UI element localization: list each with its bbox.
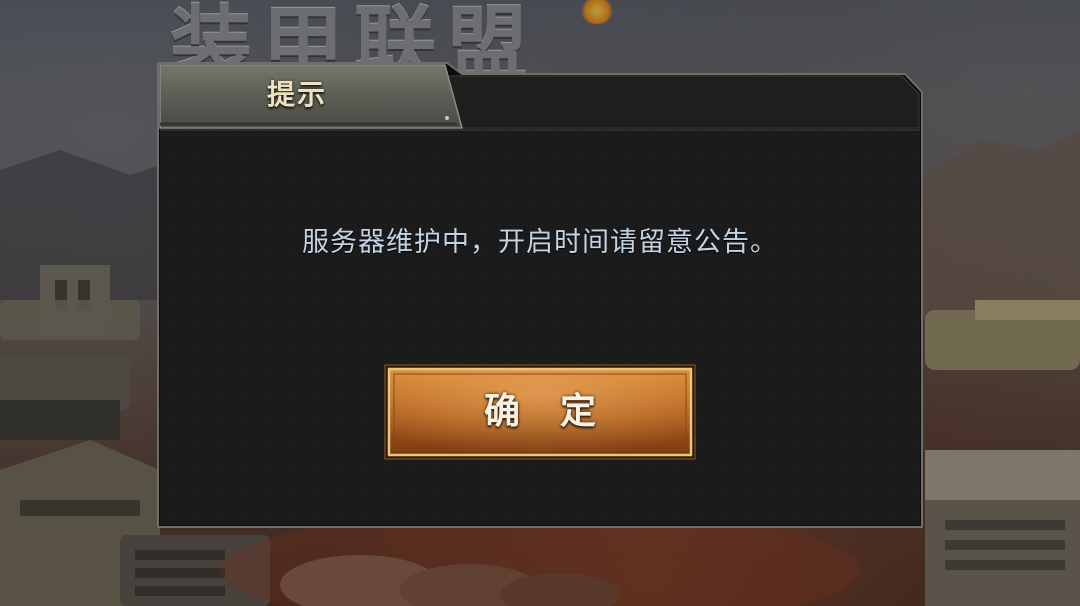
- notice-dialog: 提示 服务器维护中，开启时间请留意公告。 确定: [157, 62, 923, 528]
- game-background-scene: 装甲联盟 提示 服务器维护中，开启时间请留意公告。 确定: [0, 0, 1080, 606]
- maintenance-message: 服务器维护中，开启时间请留意公告。: [302, 227, 778, 258]
- confirm-button-label: 确定: [483, 391, 636, 432]
- confirm-button[interactable]: 确定: [384, 364, 696, 460]
- dialog-title: 提示: [266, 78, 327, 111]
